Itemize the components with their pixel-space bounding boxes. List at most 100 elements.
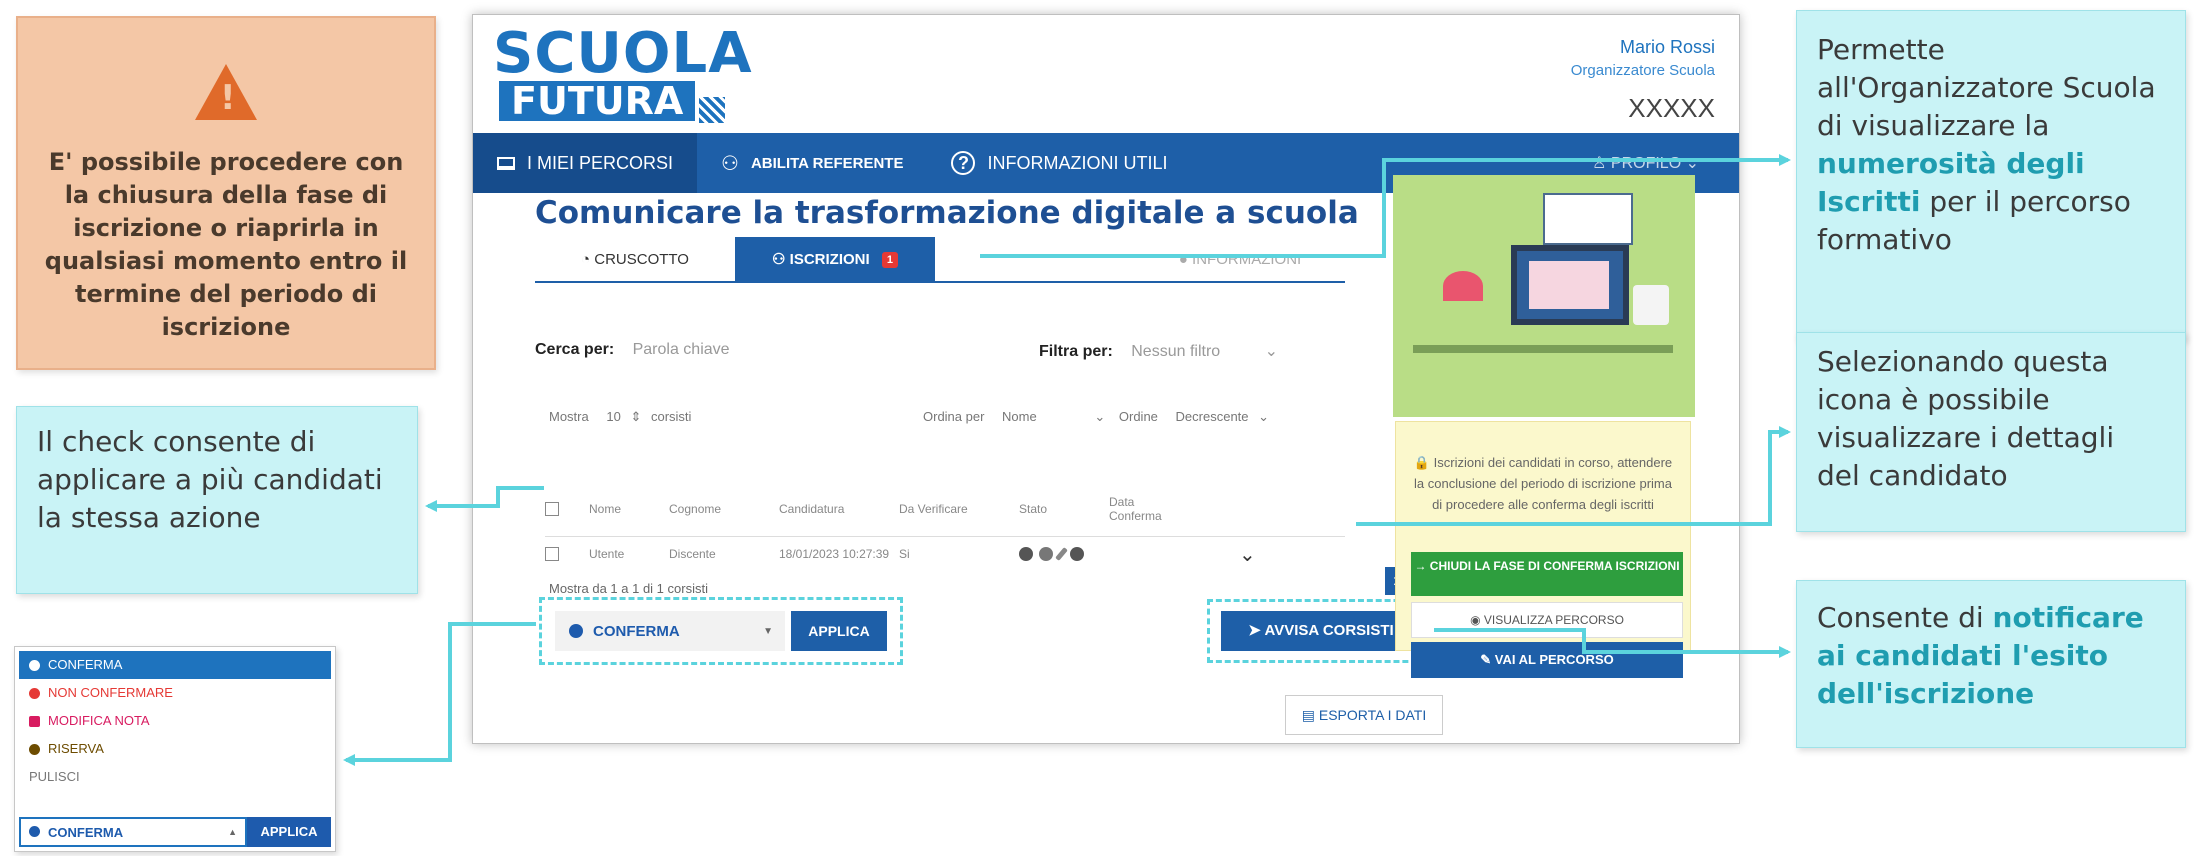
col-stato: Stato [1019,501,1048,516]
order-value[interactable]: Decrescente [1176,409,1249,424]
user-name: Mario Rossi [1619,37,1715,57]
user-info: Mario Rossi Organizzatore Scuola XXXXX [1571,37,1715,124]
cell-cognome: Discente [669,547,716,561]
order-by-control[interactable]: Ordina per Nome ⌄ Ordine Decrescente ⌄ [923,409,1269,425]
edit-note-icon[interactable] [1055,547,1068,561]
filter-value[interactable]: Nessun filtro [1131,343,1220,360]
filter-select[interactable]: Filtra per: Nessun filtro ⌄ [1039,341,1278,361]
option-label: NON CONFERMARE [48,685,173,700]
cancel-circle-icon [29,687,40,699]
logo-line-1: SCUOLA [493,21,753,86]
action-select[interactable]: CONFERMA ▲ [19,817,247,847]
avvisa-label: AVVISA CORSISTI [1264,622,1394,639]
chiudi-label: CHIUDI LA FASE DI CONFERMA ISCRIZIONI [1429,559,1680,573]
chevron-down-icon: ▲ [228,827,237,837]
chevron-down-icon: ⌄ [1258,409,1270,424]
visualizza-percorso-button[interactable]: ◉ VISUALIZZA PERCORSO [1411,602,1683,638]
esporta-label: ESPORTA I DATI [1318,707,1427,723]
col-candidatura: Candidatura [779,501,845,516]
action-dropdown-example: CONFERMA NON CONFERMARE MODIFICA NOTA RI… [14,646,336,852]
bulk-action-select[interactable]: CONFERMA ▼ [555,611,785,651]
select-all-checkbox[interactable] [545,501,559,516]
tab-cruscotto[interactable]: ◔ CRUSCOTTO [535,237,735,281]
col-nome: Nome [589,501,622,516]
bulk-action-value: CONFERMA [593,622,680,640]
show-suffix: corsisti [650,409,692,424]
bulk-apply-button[interactable]: APPLICA [791,611,887,651]
check-circle-icon [29,825,40,837]
illustration [1393,175,1695,417]
reserve-icon [29,743,40,755]
col-cognome: Cognome [669,501,722,516]
status-actions [1019,547,1109,561]
nav-informazioni-utili[interactable]: ? INFORMAZIONI UTILI [927,133,1191,193]
page-title: Comunicare la trasformazione digitale a … [535,195,1359,231]
dropdown-option-conferma[interactable]: CONFERMA [19,651,331,679]
chiudi-fase-button[interactable]: → CHIUDI LA FASE DI CONFERMA ISCRIZIONI [1411,552,1683,596]
notice-text: Iscrizioni dei candidati in corso, atten… [1414,455,1673,512]
dropdown-option-riserva[interactable]: RISERVA [15,735,335,763]
details-callout-text: Selezionando questa icona è possibile vi… [1817,345,2115,492]
check-callout-text: Il check consente di applicare a più can… [37,425,383,534]
tab-label: INFORMAZIONI [1192,251,1302,268]
nav-label: PROFILO [1610,155,1682,172]
expand-details-icon[interactable]: ⌄ [1239,542,1299,567]
esporta-dati-button[interactable]: ▤ ESPORTA I DATI [1285,695,1443,735]
tablet-drawing [1633,285,1669,325]
col-da-verificare: Da Verificare [899,501,968,516]
cell-candidatura: 18/01/2023 10:27:39 [779,547,890,561]
order-by-value[interactable]: Nome [1002,409,1037,424]
chevron-down-icon: ⌄ [1685,155,1699,172]
logo-line-2: FUTURA [499,81,696,121]
notify-callout: Consente di notificare ai candidati l'es… [1796,580,2186,748]
vai-al-percorso-button[interactable]: ✎ VAI AL PERCORSO [1411,642,1683,678]
whiteboard-drawing [1543,193,1633,245]
dropdown-option-non-confermare[interactable]: NON CONFERMARE [15,679,335,707]
nav-profilo[interactable]: ♙ PROFILO ⌄ [1592,153,1739,173]
search-filter[interactable]: Cerca per: Parola chiave [535,341,730,359]
action-select-value: CONFERMA [48,824,124,840]
tab-informazioni[interactable]: ● INFORMAZIONI [1135,237,1345,281]
nav-label: INFORMAZIONI UTILI [987,152,1168,173]
lamp-drawing [1443,271,1483,301]
lock-icon: 🔒 [1413,455,1431,470]
confirm-icon[interactable] [1019,547,1033,561]
page-size-control[interactable]: Mostra 10 ⇕ corsisti [549,409,691,425]
option-label: MODIFICA NOTA [48,713,150,728]
dropdown-option-modifica-nota[interactable]: MODIFICA NOTA [15,707,335,735]
reject-icon[interactable] [1039,547,1053,561]
sort-icon: ⇕ [630,409,642,424]
warning-text: E' possibile procedere con la chiusura d… [44,148,408,341]
table-header: Nome Cognome Candidatura Da Verificare S… [545,481,1345,537]
user-icon: ♙ [1592,155,1607,172]
nav-i-miei-percorsi[interactable]: I MIEI PERCORSI [473,133,698,193]
desk-drawing [1413,345,1673,353]
option-label: PULISCI [29,769,80,784]
warning-callout: E' possibile procedere con la chiusura d… [16,16,436,370]
avvisa-corsisti-button[interactable]: ➤ AVVISA CORSISTI [1221,611,1421,651]
search-input[interactable]: Parola chiave [633,341,730,358]
table-row[interactable]: Utente Discente 18/01/2023 10:27:39 Si ⌄ [545,537,1345,571]
tab-hidden[interactable] [935,237,1135,281]
dropdown-option-pulisci[interactable]: PULISCI [15,763,335,791]
edit-icon: ✎ [1480,652,1492,667]
user-code: XXXXX [1628,93,1715,123]
details-callout: Selezionando questa icona è possibile vi… [1796,332,2186,532]
course-tabs: ◔ CRUSCOTTO ⚇ ISCRIZIONI 1 ● INFORMAZION… [535,237,1345,283]
reserve-icon[interactable] [1070,547,1084,561]
dashboard-icon: ◔ [581,251,591,268]
filter-label: Filtra per: [1039,343,1113,360]
show-value[interactable]: 10 [606,409,620,424]
app-screenshot: SCUOLA FUTURA Mario Rossi Organizzatore … [472,14,1740,744]
monitor-icon [497,156,515,170]
tab-label: CRUSCOTTO [594,251,689,268]
option-label: CONFERMA [48,657,123,672]
apply-button[interactable]: APPLICA [247,817,331,847]
row-checkbox[interactable] [545,547,559,561]
chevron-down-icon: ▼ [763,625,773,637]
nav-abilita-referente[interactable]: ⚇ ABILITA REFERENTE [697,133,927,193]
tab-iscrizioni[interactable]: ⚇ ISCRIZIONI 1 [735,237,935,281]
users-icon: ⚇ [772,251,786,268]
view-icon: ◉ [1470,613,1481,627]
results-summary: Mostra da 1 a 1 di 1 corsisti [549,581,708,596]
